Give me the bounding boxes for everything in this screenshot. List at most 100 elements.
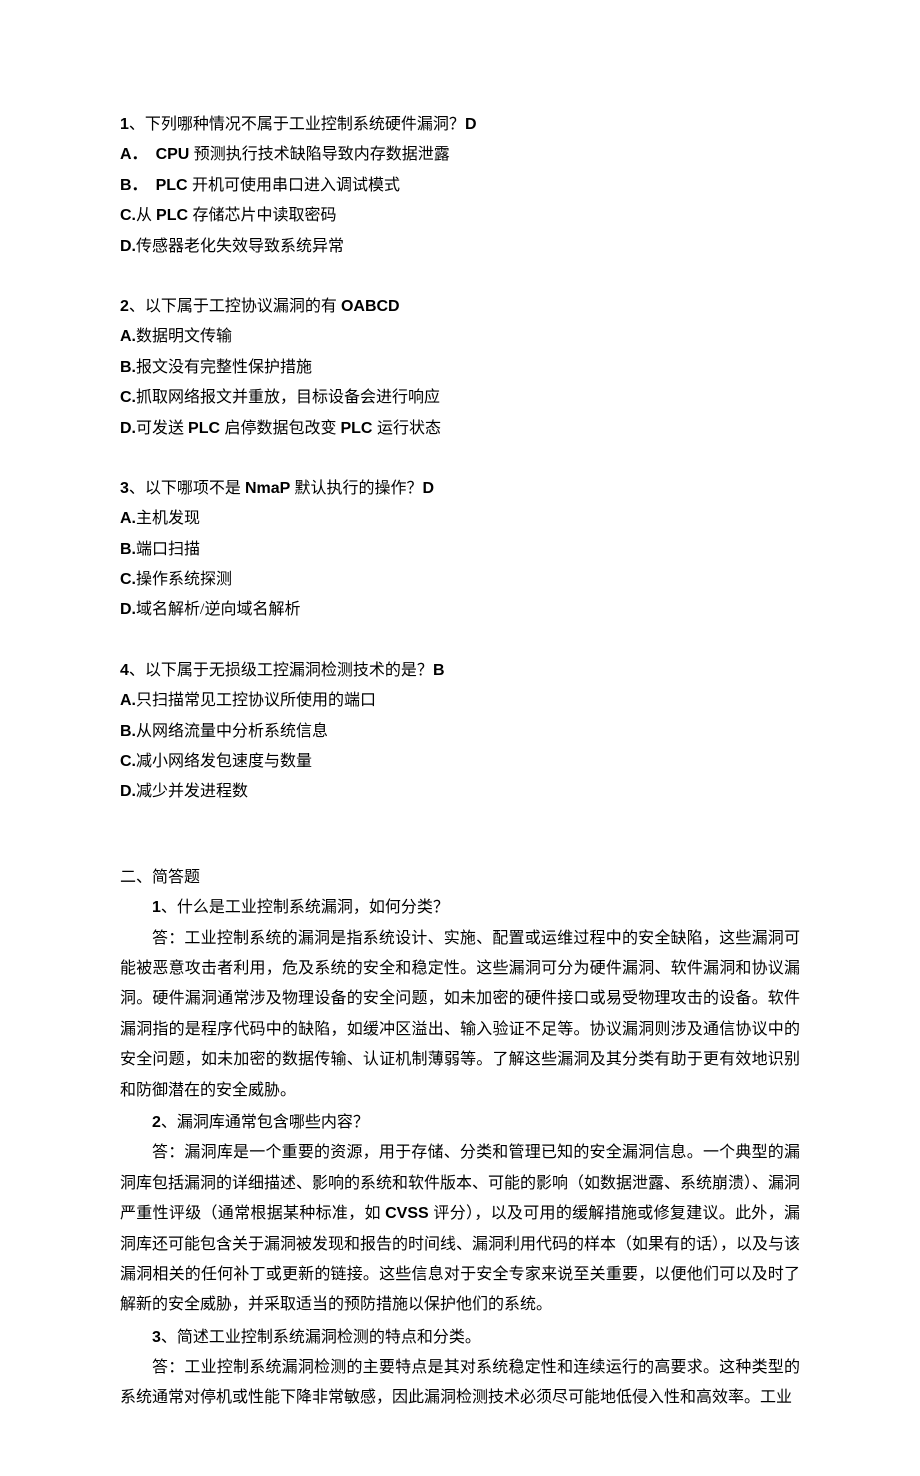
section-2: 二、简答题 1、什么是工业控制系统漏洞，如何分类？ 答：工业控制系统的漏洞是指系… xyxy=(120,863,800,1414)
q1-optC-label: C. xyxy=(120,207,136,224)
sa3-ans-text: 工业控制系统漏洞检测的主要特点是其对系统稳定性和连续运行的高要求。这种类型的系统… xyxy=(120,1359,800,1406)
q3-optD-text: 域名解析/逆向域名解析 xyxy=(136,601,300,618)
q2-optD-bold1: PLC xyxy=(188,420,224,437)
q1-optD-text: 传感器老化失效导致系统异常 xyxy=(136,238,344,255)
sa1-number: 1 xyxy=(152,899,161,916)
q4-option-d: D.减少并发进程数 xyxy=(120,777,800,807)
q1-option-c: C.从 PLC 存储芯片中读取密码 xyxy=(120,201,800,231)
q4-optD-text: 减少并发进程数 xyxy=(136,783,248,800)
sa3-answer: 答：工业控制系统漏洞检测的主要特点是其对系统稳定性和连续运行的高要求。这种类型的… xyxy=(120,1353,800,1414)
document-page: 1、下列哪种情况不属于工业控制系统硬件漏洞？D A． CPU 预测执行技术缺陷导… xyxy=(0,0,920,1476)
q2-optA-label: A. xyxy=(120,328,136,345)
q3-optC-label: C. xyxy=(120,571,136,588)
short-answer-3: 3、简述工业控制系统漏洞检测的特点和分类。 答：工业控制系统漏洞检测的主要特点是… xyxy=(120,1323,800,1414)
short-answer-1: 1、什么是工业控制系统漏洞，如何分类？ 答：工业控制系统的漏洞是指系统设计、实施… xyxy=(120,893,800,1106)
q2-number: 2 xyxy=(120,298,129,315)
sa1-sep: 、 xyxy=(161,899,177,916)
question-4-stem: 4、以下属于无损级工控漏洞检测技术的是？B xyxy=(120,656,800,686)
q3-sep: 、 xyxy=(129,480,145,497)
q4-option-c: C.减小网络发包速度与数量 xyxy=(120,747,800,777)
q3-option-d: D.域名解析/逆向域名解析 xyxy=(120,595,800,625)
q4-optA-label: A. xyxy=(120,692,136,709)
q2-optD-label: D. xyxy=(120,420,136,437)
sa1-answer: 答：工业控制系统的漏洞是指系统设计、实施、配置或运维过程中的安全缺陷，这些漏洞可… xyxy=(120,924,800,1106)
sa1-ans-label: 答： xyxy=(152,930,184,947)
q4-optA-text: 只扫描常见工控协议所使用的端口 xyxy=(136,692,376,709)
q2-option-a: A.数据明文传输 xyxy=(120,322,800,352)
question-2: 2、以下属于工控协议漏洞的有 OABCD A.数据明文传输 B.报文没有完整性保… xyxy=(120,292,800,444)
q4-sep: 、 xyxy=(129,662,145,679)
q3-optA-text: 主机发现 xyxy=(136,510,200,527)
q2-option-d: D.可发送 PLC 启停数据包改变 PLC 运行状态 xyxy=(120,414,800,444)
q4-answer: B xyxy=(433,662,445,679)
q2-sep: 、 xyxy=(129,298,145,315)
q1-optB-pre: PLC xyxy=(156,177,192,194)
q2-optB-text: 报文没有完整性保护措施 xyxy=(136,359,312,376)
sa2-ans-label: 答： xyxy=(152,1144,184,1161)
q4-optD-label: D. xyxy=(120,783,136,800)
q1-answer: D xyxy=(465,116,477,133)
q4-optB-label: B. xyxy=(120,723,136,740)
q3-optB-label: B. xyxy=(120,541,136,558)
q2-optD-mid2: 启停数据包改变 xyxy=(224,420,340,437)
sa3-number: 3 xyxy=(152,1329,161,1346)
q1-optA-pre: CPU xyxy=(156,146,194,163)
q1-number: 1 xyxy=(120,116,129,133)
q1-sep: 、 xyxy=(129,116,145,133)
sa1-question: 1、什么是工业控制系统漏洞，如何分类？ xyxy=(120,893,800,923)
q3-answer: D xyxy=(422,480,434,497)
q2-optD-bold2: PLC xyxy=(340,420,376,437)
q1-option-b: B． PLC 开机可使用串口进入调试模式 xyxy=(120,171,800,201)
q2-optB-label: B. xyxy=(120,359,136,376)
q3-option-a: A.主机发现 xyxy=(120,504,800,534)
q3-option-c: C.操作系统探测 xyxy=(120,565,800,595)
q4-option-b: B.从网络流量中分析系统信息 xyxy=(120,717,800,747)
sa3-q: 简述工业控制系统漏洞检测的特点和分类。 xyxy=(177,1329,481,1346)
q2-optD-text: 运行状态 xyxy=(377,420,441,437)
q2-optC-label: C. xyxy=(120,389,136,406)
q3-option-b: B.端口扫描 xyxy=(120,535,800,565)
q3-optC-text: 操作系统探测 xyxy=(136,571,232,588)
q2-option-b: B.报文没有完整性保护措施 xyxy=(120,353,800,383)
q3-optA-label: A. xyxy=(120,510,136,527)
sa2-number: 2 xyxy=(152,1114,161,1131)
q1-optC-bold1: PLC xyxy=(156,207,192,224)
q1-option-a: A． CPU 预测执行技术缺陷导致内存数据泄露 xyxy=(120,140,800,170)
q1-optA-label: A． xyxy=(120,146,148,163)
question-1-stem: 1、下列哪种情况不属于工业控制系统硬件漏洞？D xyxy=(120,110,800,140)
sa2-question: 2、漏洞库通常包含哪些内容？ xyxy=(120,1108,800,1138)
q1-text: 下列哪种情况不属于工业控制系统硬件漏洞？ xyxy=(145,116,465,133)
q1-optC-text: 存储芯片中读取密码 xyxy=(192,207,336,224)
sa2-sep: 、 xyxy=(161,1114,177,1131)
q1-optB-text: 开机可使用串口进入调试模式 xyxy=(192,177,400,194)
q3-optD-label: D. xyxy=(120,601,136,618)
q4-option-a: A.只扫描常见工控协议所使用的端口 xyxy=(120,686,800,716)
question-4: 4、以下属于无损级工控漏洞检测技术的是？B A.只扫描常见工控协议所使用的端口 … xyxy=(120,656,800,808)
q4-optC-text: 减小网络发包速度与数量 xyxy=(136,753,312,770)
q4-text: 以下属于无损级工控漏洞检测技术的是？ xyxy=(145,662,433,679)
q3-bold-mid: NmaP xyxy=(245,480,295,497)
question-3-stem: 3、以下哪项不是 NmaP 默认执行的操作？D xyxy=(120,474,800,504)
q3-text-pre: 以下哪项不是 xyxy=(145,480,245,497)
short-answer-2: 2、漏洞库通常包含哪些内容？ 答：漏洞库是一个重要的资源，用于存储、分类和管理已… xyxy=(120,1108,800,1321)
q2-optD-mid1: 可发送 xyxy=(136,420,188,437)
q1-option-d: D.传感器老化失效导致系统异常 xyxy=(120,232,800,262)
sa2-ans-bold: CVSS xyxy=(385,1205,433,1222)
q1-optA-text: 预测执行技术缺陷导致内存数据泄露 xyxy=(194,146,450,163)
sa2-answer: 答：漏洞库是一个重要的资源，用于存储、分类和管理已知的安全漏洞信息。一个典型的漏… xyxy=(120,1138,800,1320)
sa2-q: 漏洞库通常包含哪些内容？ xyxy=(177,1114,369,1131)
sa1-q: 什么是工业控制系统漏洞，如何分类？ xyxy=(177,899,449,916)
sa1-ans-text: 工业控制系统的漏洞是指系统设计、实施、配置或运维过程中的安全缺陷，这些漏洞可能被… xyxy=(120,930,800,1099)
q1-optD-label: D. xyxy=(120,238,136,255)
q1-optB-label: B． xyxy=(120,177,148,194)
q3-text-post: 默认执行的操作？ xyxy=(294,480,422,497)
q1-optC-mid1: 从 xyxy=(136,207,156,224)
q4-optB-text: 从网络流量中分析系统信息 xyxy=(136,723,328,740)
question-2-stem: 2、以下属于工控协议漏洞的有 OABCD xyxy=(120,292,800,322)
q2-text: 以下属于工控协议漏洞的有 xyxy=(145,298,341,315)
sa3-question: 3、简述工业控制系统漏洞检测的特点和分类。 xyxy=(120,1323,800,1353)
sa3-sep: 、 xyxy=(161,1329,177,1346)
q3-number: 3 xyxy=(120,480,129,497)
question-1: 1、下列哪种情况不属于工业控制系统硬件漏洞？D A． CPU 预测执行技术缺陷导… xyxy=(120,110,800,262)
q4-number: 4 xyxy=(120,662,129,679)
